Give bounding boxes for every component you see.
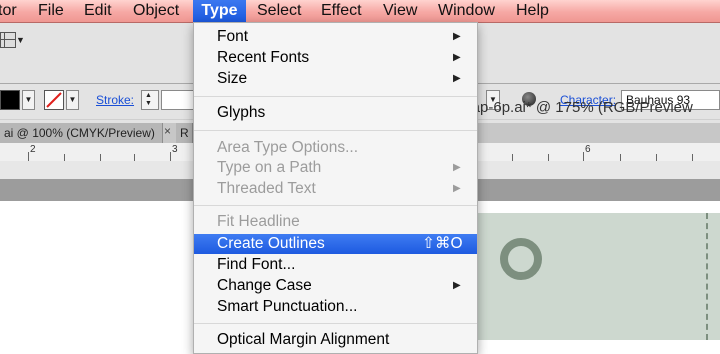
menu-item-label: Area Type Options... [217, 139, 359, 156]
fill-dropdown[interactable]: ▼ [22, 90, 35, 110]
ruler-tick [620, 154, 621, 161]
menu-item-type-on-a-path: Type on a Path ▶ [194, 158, 477, 178]
stroke-stepper[interactable]: ▲ ▼ [141, 90, 159, 110]
document-tab-2-label: R [180, 126, 189, 140]
keyboard-shortcut: ⇧⌘O [422, 235, 463, 252]
ruler-tick [692, 154, 693, 161]
menu-item-label: Fit Headline [217, 213, 300, 230]
ruler-tick [28, 152, 29, 161]
menu-item-glyphs[interactable]: Glyphs [194, 103, 477, 123]
menu-window[interactable]: Window [438, 0, 495, 22]
menu-separator [194, 323, 477, 324]
menu-select[interactable]: Select [257, 0, 301, 22]
menu-item-fit-headline: Fit Headline [194, 212, 477, 232]
menu-item-label: Change Case [217, 277, 312, 294]
submenu-arrow-icon: ▶ [453, 73, 461, 84]
menu-item-label: Create Outlines [217, 235, 325, 252]
artboard-artwork[interactable] [470, 213, 720, 340]
submenu-arrow-icon: ▶ [453, 162, 461, 173]
close-icon[interactable]: × [164, 124, 176, 138]
menu-item-find-font[interactable]: Find Font... [194, 255, 477, 275]
menu-item-font[interactable]: Font ▶ [194, 27, 477, 47]
ruler-tick [170, 152, 171, 161]
submenu-arrow-icon: ▶ [453, 280, 461, 291]
menu-app-name[interactable]: tor [0, 0, 17, 22]
document-tab-2[interactable]: R [176, 123, 193, 143]
stroke-link[interactable]: Stroke: [96, 93, 134, 107]
ruler-label: 6 [585, 144, 591, 155]
document-tab-label: ai @ 100% (CMYK/Preview) [4, 126, 155, 140]
document-tab[interactable]: ai @ 100% (CMYK/Preview) [0, 123, 163, 143]
stepper-down-icon[interactable]: ▼ [145, 100, 152, 107]
menu-type[interactable]: Type [193, 0, 246, 22]
workspace-switcher-icon[interactable] [0, 32, 16, 48]
submenu-arrow-icon: ▶ [453, 52, 461, 63]
menu-bar: tor File Edit Object Type Select Effect … [0, 0, 720, 23]
menu-item-label: Threaded Text [217, 180, 316, 197]
stroke-weight-field[interactable] [161, 90, 194, 110]
menu-item-label: Glyphs [217, 104, 266, 121]
menu-help[interactable]: Help [516, 0, 549, 22]
ruler-tick [64, 154, 65, 161]
submenu-arrow-icon: ▶ [453, 31, 461, 42]
menu-item-optical-margin-alignment[interactable]: Optical Margin Alignment [194, 330, 477, 350]
ruler-tick [100, 154, 101, 161]
none-slash-icon [46, 92, 62, 108]
menu-separator [194, 96, 477, 97]
menu-item-label: Optical Margin Alignment [217, 331, 390, 348]
chevron-down-icon[interactable]: ▼ [16, 35, 25, 45]
ruler-tick [134, 154, 135, 161]
menu-item-label: Size [217, 70, 248, 87]
menu-item-label: Recent Fonts [217, 49, 310, 66]
menu-separator [194, 130, 477, 131]
menu-item-smart-punctuation[interactable]: Smart Punctuation... [194, 297, 477, 317]
menu-edit[interactable]: Edit [84, 0, 112, 22]
stepper-up-icon[interactable]: ▲ [145, 92, 152, 99]
menu-file[interactable]: File [38, 0, 64, 22]
menu-item-create-outlines[interactable]: Create Outlines ⇧⌘O [194, 234, 477, 254]
menu-item-threaded-text: Threaded Text ▶ [194, 179, 477, 199]
ruler-label: 2 [30, 144, 36, 155]
menu-effect[interactable]: Effect [321, 0, 362, 22]
ruler-tick [548, 154, 549, 161]
menu-view[interactable]: View [383, 0, 417, 22]
menu-item-label: Font [217, 28, 249, 45]
fill-swatch[interactable] [0, 90, 20, 110]
ruler-tick [512, 154, 513, 161]
menu-separator [194, 205, 477, 206]
menu-object[interactable]: Object [133, 0, 179, 22]
menu-item-change-case[interactable]: Change Case ▶ [194, 276, 477, 296]
menu-item-size[interactable]: Size ▶ [194, 69, 477, 89]
stroke-swatch[interactable] [44, 90, 64, 110]
menu-item-area-type-options: Area Type Options... [194, 138, 477, 158]
ruler-tick [583, 152, 584, 161]
menu-item-label: Find Font... [217, 256, 296, 273]
ruler-tick [656, 154, 657, 161]
menu-item-label: Smart Punctuation... [217, 298, 358, 315]
menu-item-label: Type on a Path [217, 159, 322, 176]
dashed-guide-line[interactable] [706, 213, 708, 340]
submenu-arrow-icon: ▶ [453, 183, 461, 194]
stroke-dropdown[interactable]: ▼ [66, 90, 79, 110]
menu-item-recent-fonts[interactable]: Recent Fonts ▶ [194, 48, 477, 68]
ring-shape[interactable] [500, 238, 542, 280]
ruler-label: 3 [172, 144, 178, 155]
type-menu-dropdown: Font ▶ Recent Fonts ▶ Size ▶ Glyphs Area… [193, 22, 478, 354]
